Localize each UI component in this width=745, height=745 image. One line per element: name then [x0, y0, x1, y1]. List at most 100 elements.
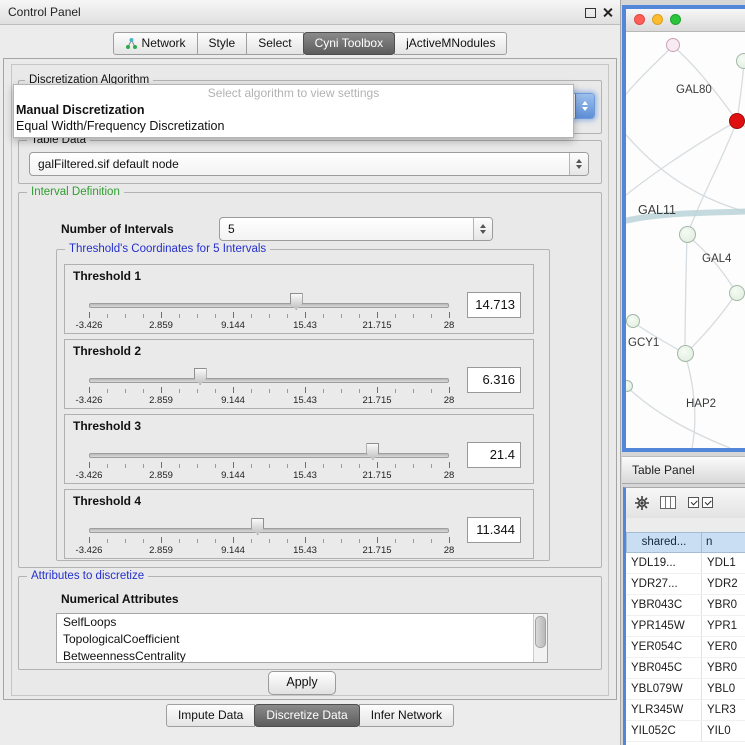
attributes-list: SelfLoops TopologicalCoefficient Between… — [56, 613, 548, 663]
table-row[interactable]: YBL079WYBL0 — [626, 679, 745, 700]
list-item[interactable]: BetweennessCentrality — [57, 648, 547, 663]
list-scrollbar[interactable] — [533, 614, 547, 662]
algorithm-option-manual[interactable]: Manual Discretization — [14, 102, 573, 118]
table-toolbar — [626, 488, 745, 519]
attributes-group: Attributes to discretize Numerical Attri… — [18, 576, 602, 670]
combobox-stepper-icon[interactable] — [575, 94, 594, 118]
table-row[interactable]: YDR27...YDR2 — [626, 574, 745, 595]
column-header-shared-name[interactable]: shared... — [626, 532, 702, 553]
network-view-window: GAL80 GAL11 GAL4 GCY1 HAP2 — [622, 5, 745, 452]
list-item[interactable]: SelfLoops — [57, 614, 547, 631]
table-body: YDL19...YDL1 YDR27...YDR2 YBR043CYBR0 YP… — [626, 553, 745, 745]
column-header-name[interactable]: n — [702, 532, 745, 553]
columns-icon[interactable] — [660, 496, 676, 509]
table-data-value: galFiltered.sif default node — [38, 153, 179, 175]
tab-jactivemnodules-label: jActiveMNodules — [406, 33, 495, 54]
table-row[interactable]: YER054CYER0 — [626, 637, 745, 658]
slider-track[interactable] — [89, 453, 449, 458]
table-data-combobox[interactable]: galFiltered.sif default node — [29, 152, 589, 176]
scrollbar-thumb[interactable] — [535, 616, 546, 648]
network-node-selected[interactable] — [729, 113, 745, 129]
slider-tick-labels: -3.4262.8599.14415.4321.71528 — [89, 545, 449, 556]
tab-select[interactable]: Select — [246, 32, 303, 55]
network-node[interactable] — [679, 226, 696, 243]
node-label: GAL80 — [676, 84, 712, 96]
slider-track[interactable] — [89, 378, 449, 383]
close-icon[interactable] — [602, 7, 613, 18]
checkbox-icon[interactable] — [702, 497, 713, 508]
table-panel-window: shared... n YDL19...YDL1 YDR27...YDR2 YB… — [623, 487, 745, 745]
table-row[interactable]: YLR345WYLR3 — [626, 700, 745, 721]
algorithm-option-equal-width[interactable]: Equal Width/Frequency Discretization — [14, 118, 573, 134]
minimize-traffic-light-icon[interactable] — [652, 14, 663, 25]
tab-discretize-data-label: Discretize Data — [266, 705, 347, 726]
slider-ticks — [89, 314, 449, 318]
node-label: GAL11 — [638, 203, 676, 217]
tab-impute-data-label: Impute Data — [178, 705, 243, 726]
tab-style[interactable]: Style — [197, 32, 248, 55]
number-of-intervals-label: Number of Intervals — [61, 222, 174, 236]
number-of-intervals-combobox[interactable]: 5 — [219, 217, 493, 241]
tab-network[interactable]: Network — [113, 32, 198, 55]
threshold-4-value-field[interactable]: 11.344 — [467, 517, 521, 543]
tab-network-label: Network — [142, 33, 186, 54]
threshold-3-slider[interactable] — [89, 443, 449, 465]
slider-tick-labels: -3.4262.8599.14415.4321.71528 — [89, 470, 449, 481]
number-of-intervals-value: 5 — [228, 218, 235, 240]
algorithm-dropdown-popup: Select algorithm to view settings Manual… — [13, 84, 574, 138]
table-row[interactable]: YIL052CYIL0 — [626, 721, 745, 742]
network-window-titlebar — [626, 9, 745, 32]
slider-track[interactable] — [89, 303, 449, 308]
tab-impute-data[interactable]: Impute Data — [166, 704, 255, 727]
network-node[interactable] — [626, 314, 640, 328]
threshold-3-label: Threshold 3 — [73, 419, 141, 433]
threshold-1-slider[interactable] — [89, 293, 449, 315]
threshold-4-slider[interactable] — [89, 518, 449, 540]
network-node[interactable] — [729, 285, 745, 301]
network-node[interactable] — [677, 345, 694, 362]
checkbox-icon[interactable] — [688, 497, 699, 508]
tab-discretize-data[interactable]: Discretize Data — [254, 704, 359, 727]
threshold-2-slider[interactable] — [89, 368, 449, 390]
panel-title: Control Panel — [8, 0, 81, 24]
threshold-3-value-field[interactable]: 21.4 — [467, 442, 521, 468]
gear-icon[interactable] — [634, 495, 650, 511]
zoom-traffic-light-icon[interactable] — [670, 14, 681, 25]
table-data-group: Table Data galFiltered.sif default node — [18, 140, 602, 184]
close-traffic-light-icon[interactable] — [634, 14, 645, 25]
threshold-4-label: Threshold 4 — [73, 494, 141, 508]
slider-tick-labels: -3.4262.8599.14415.4321.71528 — [89, 395, 449, 406]
threshold-2-value-field[interactable]: 6.316 — [467, 367, 521, 393]
tab-cyni-toolbox[interactable]: Cyni Toolbox — [303, 32, 395, 55]
network-node[interactable] — [736, 53, 745, 69]
slider-ticks — [89, 539, 449, 543]
combobox-stepper-icon[interactable] — [473, 218, 492, 240]
threshold-1-panel: Threshold 1 -3.4262.8599.14415.4321.7152… — [64, 264, 534, 334]
table-panel-title: Table Panel — [632, 457, 695, 483]
attributes-group-title: Attributes to discretize — [27, 570, 148, 583]
float-window-icon[interactable] — [585, 8, 596, 18]
table-row[interactable]: YBR045CYBR0 — [626, 658, 745, 679]
control-panel-titlebar: Control Panel — [0, 0, 620, 25]
combobox-stepper-icon[interactable] — [569, 153, 588, 175]
interval-definition-group: Interval Definition Number of Intervals … — [18, 192, 602, 568]
slider-track[interactable] — [89, 528, 449, 533]
list-item[interactable]: TopologicalCoefficient — [57, 631, 547, 648]
table-row[interactable]: YDL19...YDL1 — [626, 553, 745, 574]
tab-cyni-toolbox-label: Cyni Toolbox — [315, 33, 383, 54]
numerical-attributes-label: Numerical Attributes — [61, 592, 179, 606]
tab-infer-network[interactable]: Infer Network — [359, 704, 454, 727]
threshold-3-panel: Threshold 3 -3.4262.8599.14415.4321.7152… — [64, 414, 534, 484]
table-row[interactable]: YBR043CYBR0 — [626, 595, 745, 616]
threshold-4-panel: Threshold 4 -3.4262.8599.14415.4321.7152… — [64, 489, 534, 559]
slider-ticks — [89, 389, 449, 393]
tab-jactivemnodules[interactable]: jActiveMNodules — [394, 32, 507, 55]
tab-style-label: Style — [209, 33, 236, 54]
network-tab-icon — [125, 37, 138, 50]
network-canvas[interactable]: GAL80 GAL11 GAL4 GCY1 HAP2 — [626, 32, 745, 448]
threshold-1-value-field[interactable]: 14.713 — [467, 292, 521, 318]
network-node[interactable] — [666, 38, 680, 52]
table-row[interactable]: YPR145WYPR1 — [626, 616, 745, 637]
slider-ticks — [89, 464, 449, 468]
apply-button[interactable]: Apply — [268, 671, 336, 695]
